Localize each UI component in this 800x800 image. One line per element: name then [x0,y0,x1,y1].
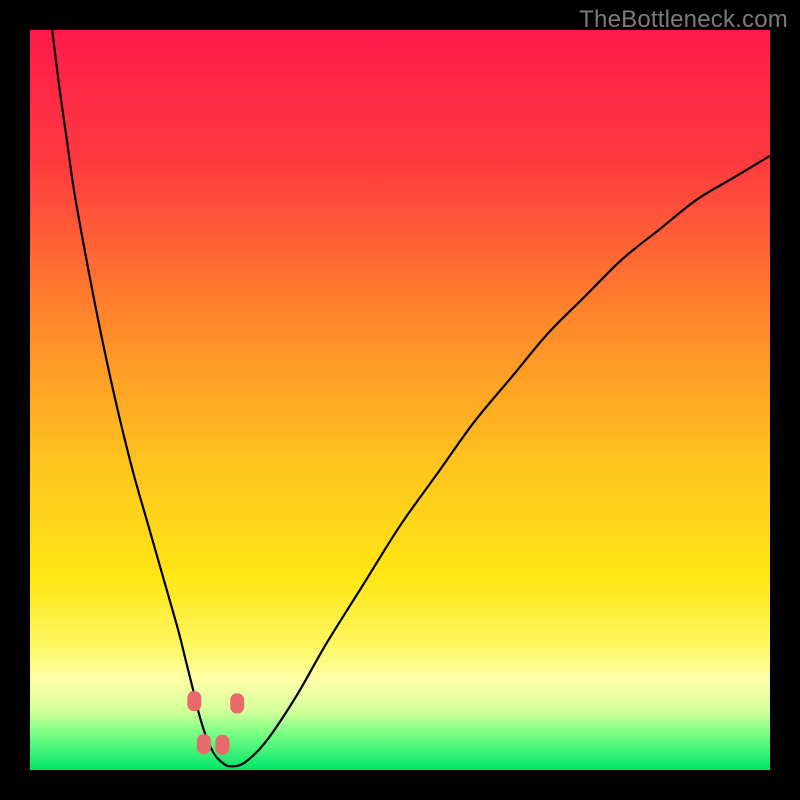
plot-area [30,30,770,770]
chart-frame: TheBottleneck.com [0,0,800,800]
curve-marker [230,693,244,713]
gradient-background [30,30,770,770]
watermark-text: TheBottleneck.com [579,6,788,34]
chart-svg [30,30,770,770]
curve-marker [187,691,201,711]
curve-marker [215,735,229,755]
curve-marker [197,734,211,754]
